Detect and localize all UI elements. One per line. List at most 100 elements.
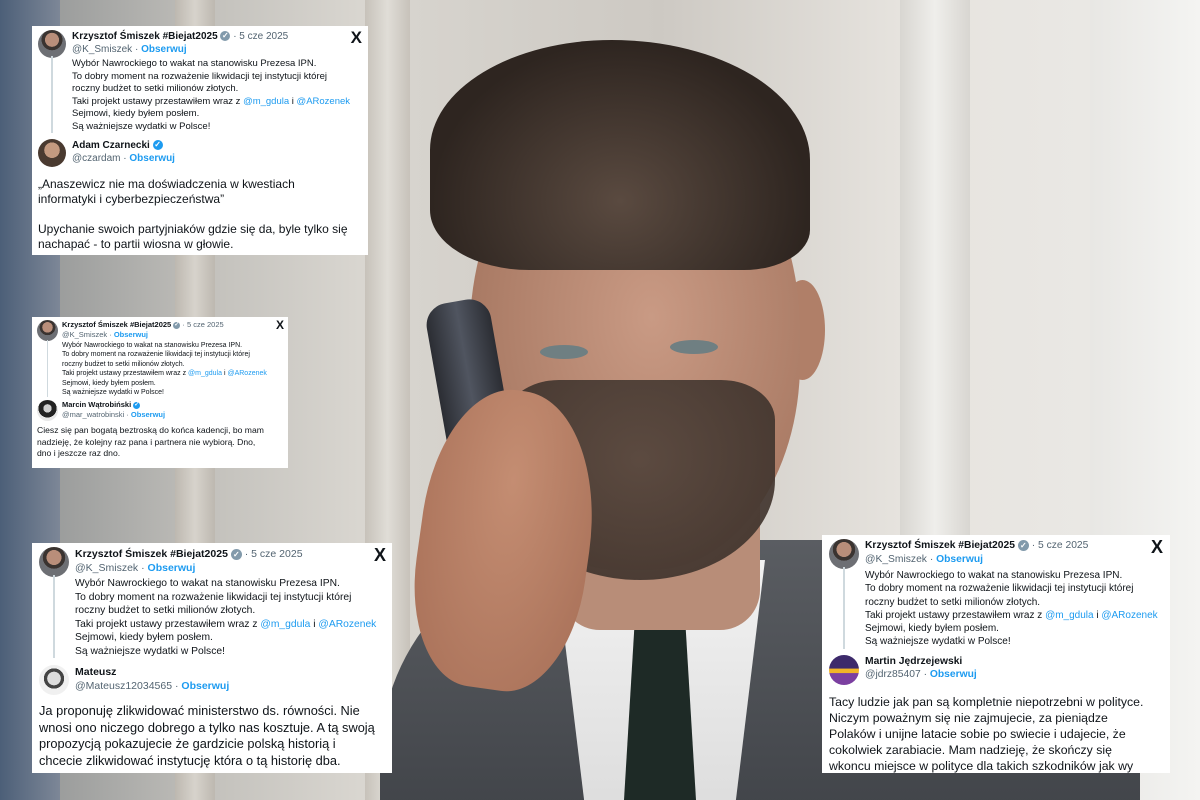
verified-icon: ✓ bbox=[220, 31, 231, 42]
author-name[interactable]: Krzysztof Śmiszek #Biejat2025 bbox=[75, 548, 228, 560]
hair bbox=[430, 40, 810, 270]
reply-line: propozycją pokazujecie że gardzicie pols… bbox=[39, 736, 336, 751]
reply-author-handle[interactable]: @czardam bbox=[72, 153, 121, 164]
tweet-line: To dobry moment na rozważenie likwidacji… bbox=[72, 70, 328, 82]
reply-line: Niczym poważnym się nie zajmujecie, za p… bbox=[829, 710, 1108, 725]
reply-author-handle[interactable]: @jdrz85407 bbox=[865, 669, 921, 680]
reply-line: nachapać - to partii wiosna w głowie. bbox=[38, 237, 234, 251]
mention-link[interactable]: @m_gdula bbox=[1045, 610, 1094, 621]
tweet-line: Wybór Nawrockiego to wakat na stanowisku… bbox=[75, 578, 340, 589]
thread-line bbox=[51, 56, 53, 133]
reply-author-handle[interactable]: @mar_watrobinski bbox=[62, 410, 124, 419]
reply-line: Ja proponuję zlikwidować ministerstwo ds… bbox=[39, 703, 360, 718]
tweet-card-czarnecki: X Krzysztof Śmiszek #Biejat2025 ✓ · 5 cz… bbox=[32, 26, 368, 255]
thread-line bbox=[47, 340, 48, 398]
tweet-line: To dobry moment na rozważenie likwidacji… bbox=[75, 591, 352, 603]
thread-line bbox=[843, 567, 845, 649]
x-logo-icon[interactable]: X bbox=[276, 318, 284, 332]
reply-line: wkoncu miejsce w polityce dla takich szk… bbox=[829, 758, 1134, 773]
tweet-line: Wybór Nawrockiego to wakat na stanowisku… bbox=[72, 58, 317, 69]
avatar[interactable] bbox=[829, 539, 859, 569]
author-handle[interactable]: @K_Smiszek bbox=[75, 562, 138, 574]
author-handle[interactable]: @K_Smiszek bbox=[865, 554, 927, 565]
tweet-line: Sejmowi, kiedy byłem posłem. bbox=[72, 108, 200, 119]
tweet-date[interactable]: 5 cze 2025 bbox=[251, 548, 302, 560]
reply-line: „Anaszewicz nie ma doświadczenia w kwest… bbox=[38, 177, 295, 191]
avatar[interactable] bbox=[38, 30, 66, 58]
reply-line: cokolwiek zarabiacie. Mam nadzieję, że s… bbox=[829, 742, 1112, 757]
left-eye bbox=[540, 345, 588, 359]
tweet-line: Sejmowi, kiedy byłem posłem. bbox=[865, 623, 999, 635]
reply-line: dno i jeszcze raz dno. bbox=[37, 448, 121, 459]
tweet-mention-line: Taki projekt ustawy przestawiłem wraz z … bbox=[72, 95, 351, 107]
tweet-line: To dobry moment na rozważenie likwidacji… bbox=[865, 583, 1134, 595]
author-name[interactable]: Krzysztof Śmiszek #Biejat2025 bbox=[72, 31, 218, 42]
tweet-date[interactable]: 5 cze 2025 bbox=[239, 31, 288, 42]
tweet-line: roczny budżet to setki milionów złotych. bbox=[62, 360, 185, 368]
verified-icon: ✓ bbox=[152, 140, 163, 151]
tweet-mention-line: Taki projekt ustawy przestawiłem wraz z … bbox=[75, 618, 377, 630]
verified-icon: ✓ bbox=[1017, 539, 1029, 551]
tweet-card-jedrzejewski: X Krzysztof Śmiszek #Biejat2025 ✓ · 5 cz… bbox=[822, 535, 1170, 773]
author-name[interactable]: Krzysztof Śmiszek #Biejat2025 bbox=[62, 320, 171, 329]
follow-button[interactable]: Obserwuj bbox=[141, 44, 187, 55]
author-handle[interactable]: @K_Smiszek bbox=[62, 330, 107, 339]
thread-line bbox=[53, 575, 55, 658]
tweet-line: To dobry moment na rozważenie likwidacji… bbox=[62, 351, 250, 359]
avatar[interactable] bbox=[37, 400, 58, 422]
reply-line: Ciesz się pan bogatą beztroską do końca … bbox=[37, 425, 264, 436]
tweet-card-mateusz: X Krzysztof Śmiszek #Biejat2025 ✓ · 5 cz… bbox=[32, 543, 392, 773]
reply-author-name[interactable]: Adam Czarnecki bbox=[72, 140, 150, 151]
verified-icon: ✓ bbox=[133, 401, 141, 409]
reply-line: wnosi ono niczego dobrego a tylko nas ko… bbox=[39, 719, 375, 735]
follow-button[interactable]: Obserwuj bbox=[114, 330, 148, 339]
follow-button[interactable]: Obserwuj bbox=[129, 153, 175, 164]
tweet-card-watrobinski: X Krzysztof Śmiszek #Biejat2025 ✓ · 5 cz… bbox=[32, 317, 288, 468]
reply-author-name[interactable]: Mateusz bbox=[75, 666, 116, 678]
x-logo-icon[interactable]: X bbox=[351, 28, 362, 48]
mention-link[interactable]: @m_gdula bbox=[188, 370, 222, 377]
tweet-line: Sejmowi, kiedy byłem posłem. bbox=[75, 632, 213, 643]
reply-line: Upychanie swoich partyjniaków gdzie się … bbox=[38, 222, 348, 236]
mention-link[interactable]: @ARozenek bbox=[318, 619, 376, 630]
tweet-mention-line: Taki projekt ustawy przestawiłem wraz z … bbox=[865, 609, 1158, 621]
mention-link[interactable]: @m_gdula bbox=[260, 619, 310, 630]
verified-icon: ✓ bbox=[230, 548, 242, 560]
reply-author-name[interactable]: Martin Jędrzejewski bbox=[865, 656, 962, 667]
tweet-line: roczny budżet to setki milionów złotych. bbox=[865, 596, 1041, 608]
follow-button[interactable]: Obserwuj bbox=[936, 554, 983, 565]
follow-button[interactable]: Obserwuj bbox=[131, 410, 165, 419]
right-eye bbox=[670, 340, 718, 354]
reply-line: Polaków i unijne latacie sobie po swieci… bbox=[829, 726, 1126, 741]
x-logo-icon[interactable]: X bbox=[1151, 537, 1163, 558]
follow-button[interactable]: Obserwuj bbox=[930, 669, 977, 680]
follow-button[interactable]: Obserwuj bbox=[181, 680, 229, 692]
avatar[interactable] bbox=[39, 547, 69, 577]
reply-line: Tacy ludzie jak pan są kompletnie niepot… bbox=[829, 694, 1144, 709]
tweet-line: Wybór Nawrockiego to wakat na stanowisku… bbox=[62, 342, 243, 349]
author-handle[interactable]: @K_Smiszek bbox=[72, 44, 132, 55]
mention-link[interactable]: @ARozenek bbox=[297, 96, 350, 107]
reply-author-name[interactable]: Marcin Wątrobiński bbox=[62, 400, 131, 409]
x-logo-icon[interactable]: X bbox=[374, 545, 386, 566]
mention-link[interactable]: @ARozenek bbox=[227, 370, 266, 377]
avatar[interactable] bbox=[37, 320, 58, 341]
tweet-date[interactable]: 5 cze 2025 bbox=[187, 320, 224, 329]
tweet-line: Sejmowi, kiedy byłem posłem. bbox=[62, 379, 156, 387]
follow-button[interactable]: Obserwuj bbox=[148, 562, 196, 574]
author-name[interactable]: Krzysztof Śmiszek #Biejat2025 bbox=[865, 540, 1015, 551]
avatar[interactable] bbox=[39, 665, 69, 695]
mention-link[interactable]: @m_gdula bbox=[243, 96, 289, 107]
tweet-line: Są ważniejsze wydatki w Polsce! bbox=[62, 389, 164, 397]
tweet-line: roczny budżet to setki milionów złotych. bbox=[72, 83, 239, 94]
mention-link[interactable]: @ARozenek bbox=[1101, 610, 1157, 621]
reply-author-handle[interactable]: @Mateusz12034565 bbox=[75, 680, 172, 692]
tweet-date[interactable]: 5 cze 2025 bbox=[1038, 540, 1088, 551]
reply-line: informatyki i cyberbezpieczeństwa” bbox=[38, 192, 225, 206]
tweet-mention-line: Taki projekt ustawy przestawiłem wraz z … bbox=[62, 370, 267, 378]
reply-line bbox=[38, 207, 362, 222]
reply-line: chcecie zlikwidować instytucję która o t… bbox=[39, 752, 341, 768]
verified-icon: ✓ bbox=[173, 321, 181, 329]
avatar[interactable] bbox=[38, 139, 66, 167]
avatar[interactable] bbox=[829, 654, 859, 685]
